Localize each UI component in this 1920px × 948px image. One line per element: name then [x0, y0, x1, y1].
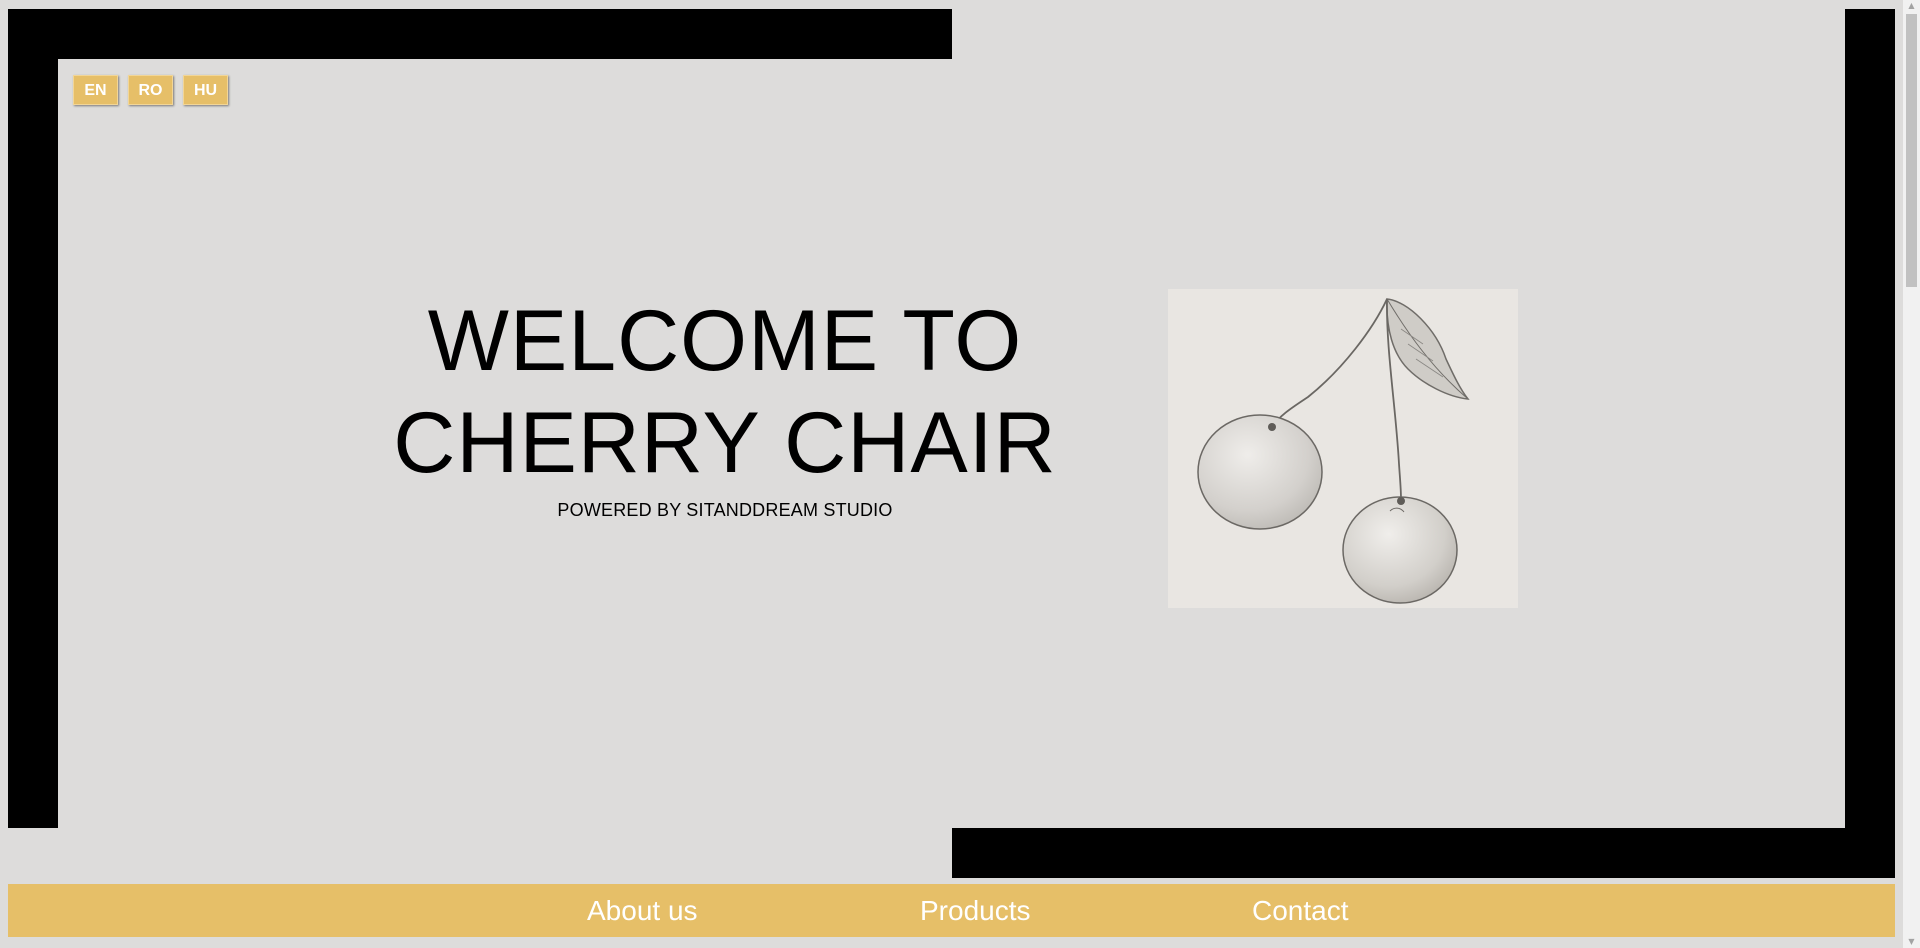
language-button-hu[interactable]: HU	[183, 75, 228, 105]
page: EN RO HU WELCOME TO CHERRY CHAIR POWERED…	[0, 0, 1920, 948]
hero-text: WELCOME TO CHERRY CHAIR POWERED BY SITAN…	[330, 290, 1120, 521]
frame-right-bar	[1845, 9, 1895, 878]
hero-title: WELCOME TO CHERRY CHAIR	[330, 290, 1120, 494]
vertical-scrollbar[interactable]: ▲ ▼	[1903, 0, 1920, 948]
hero-subtitle: POWERED BY SITANDDREAM STUDIO	[557, 500, 893, 520]
nav-about-us-link[interactable]: About us	[587, 884, 698, 937]
scroll-up-arrow-icon[interactable]: ▲	[1903, 0, 1920, 12]
scrollbar-thumb[interactable]	[1906, 14, 1917, 287]
language-switcher: EN RO HU	[73, 75, 228, 105]
nav-contact-link[interactable]: Contact	[1252, 884, 1349, 937]
language-button-ro[interactable]: RO	[128, 75, 173, 105]
language-button-en[interactable]: EN	[73, 75, 118, 105]
hero-title-line1: WELCOME TO	[427, 293, 1023, 389]
cherry-sketch-image	[1168, 289, 1518, 608]
frame-left-bar	[8, 9, 58, 828]
cherry-sketch-icon	[1168, 289, 1518, 608]
scroll-down-arrow-icon[interactable]: ▼	[1903, 936, 1920, 948]
nav-products-link[interactable]: Products	[920, 884, 1031, 937]
bottom-nav: About us Products Contact	[8, 884, 1895, 937]
hero-title-line2: CHERRY CHAIR	[393, 395, 1057, 491]
frame-bottom-bar	[952, 828, 1895, 878]
frame-top-bar	[8, 9, 952, 59]
